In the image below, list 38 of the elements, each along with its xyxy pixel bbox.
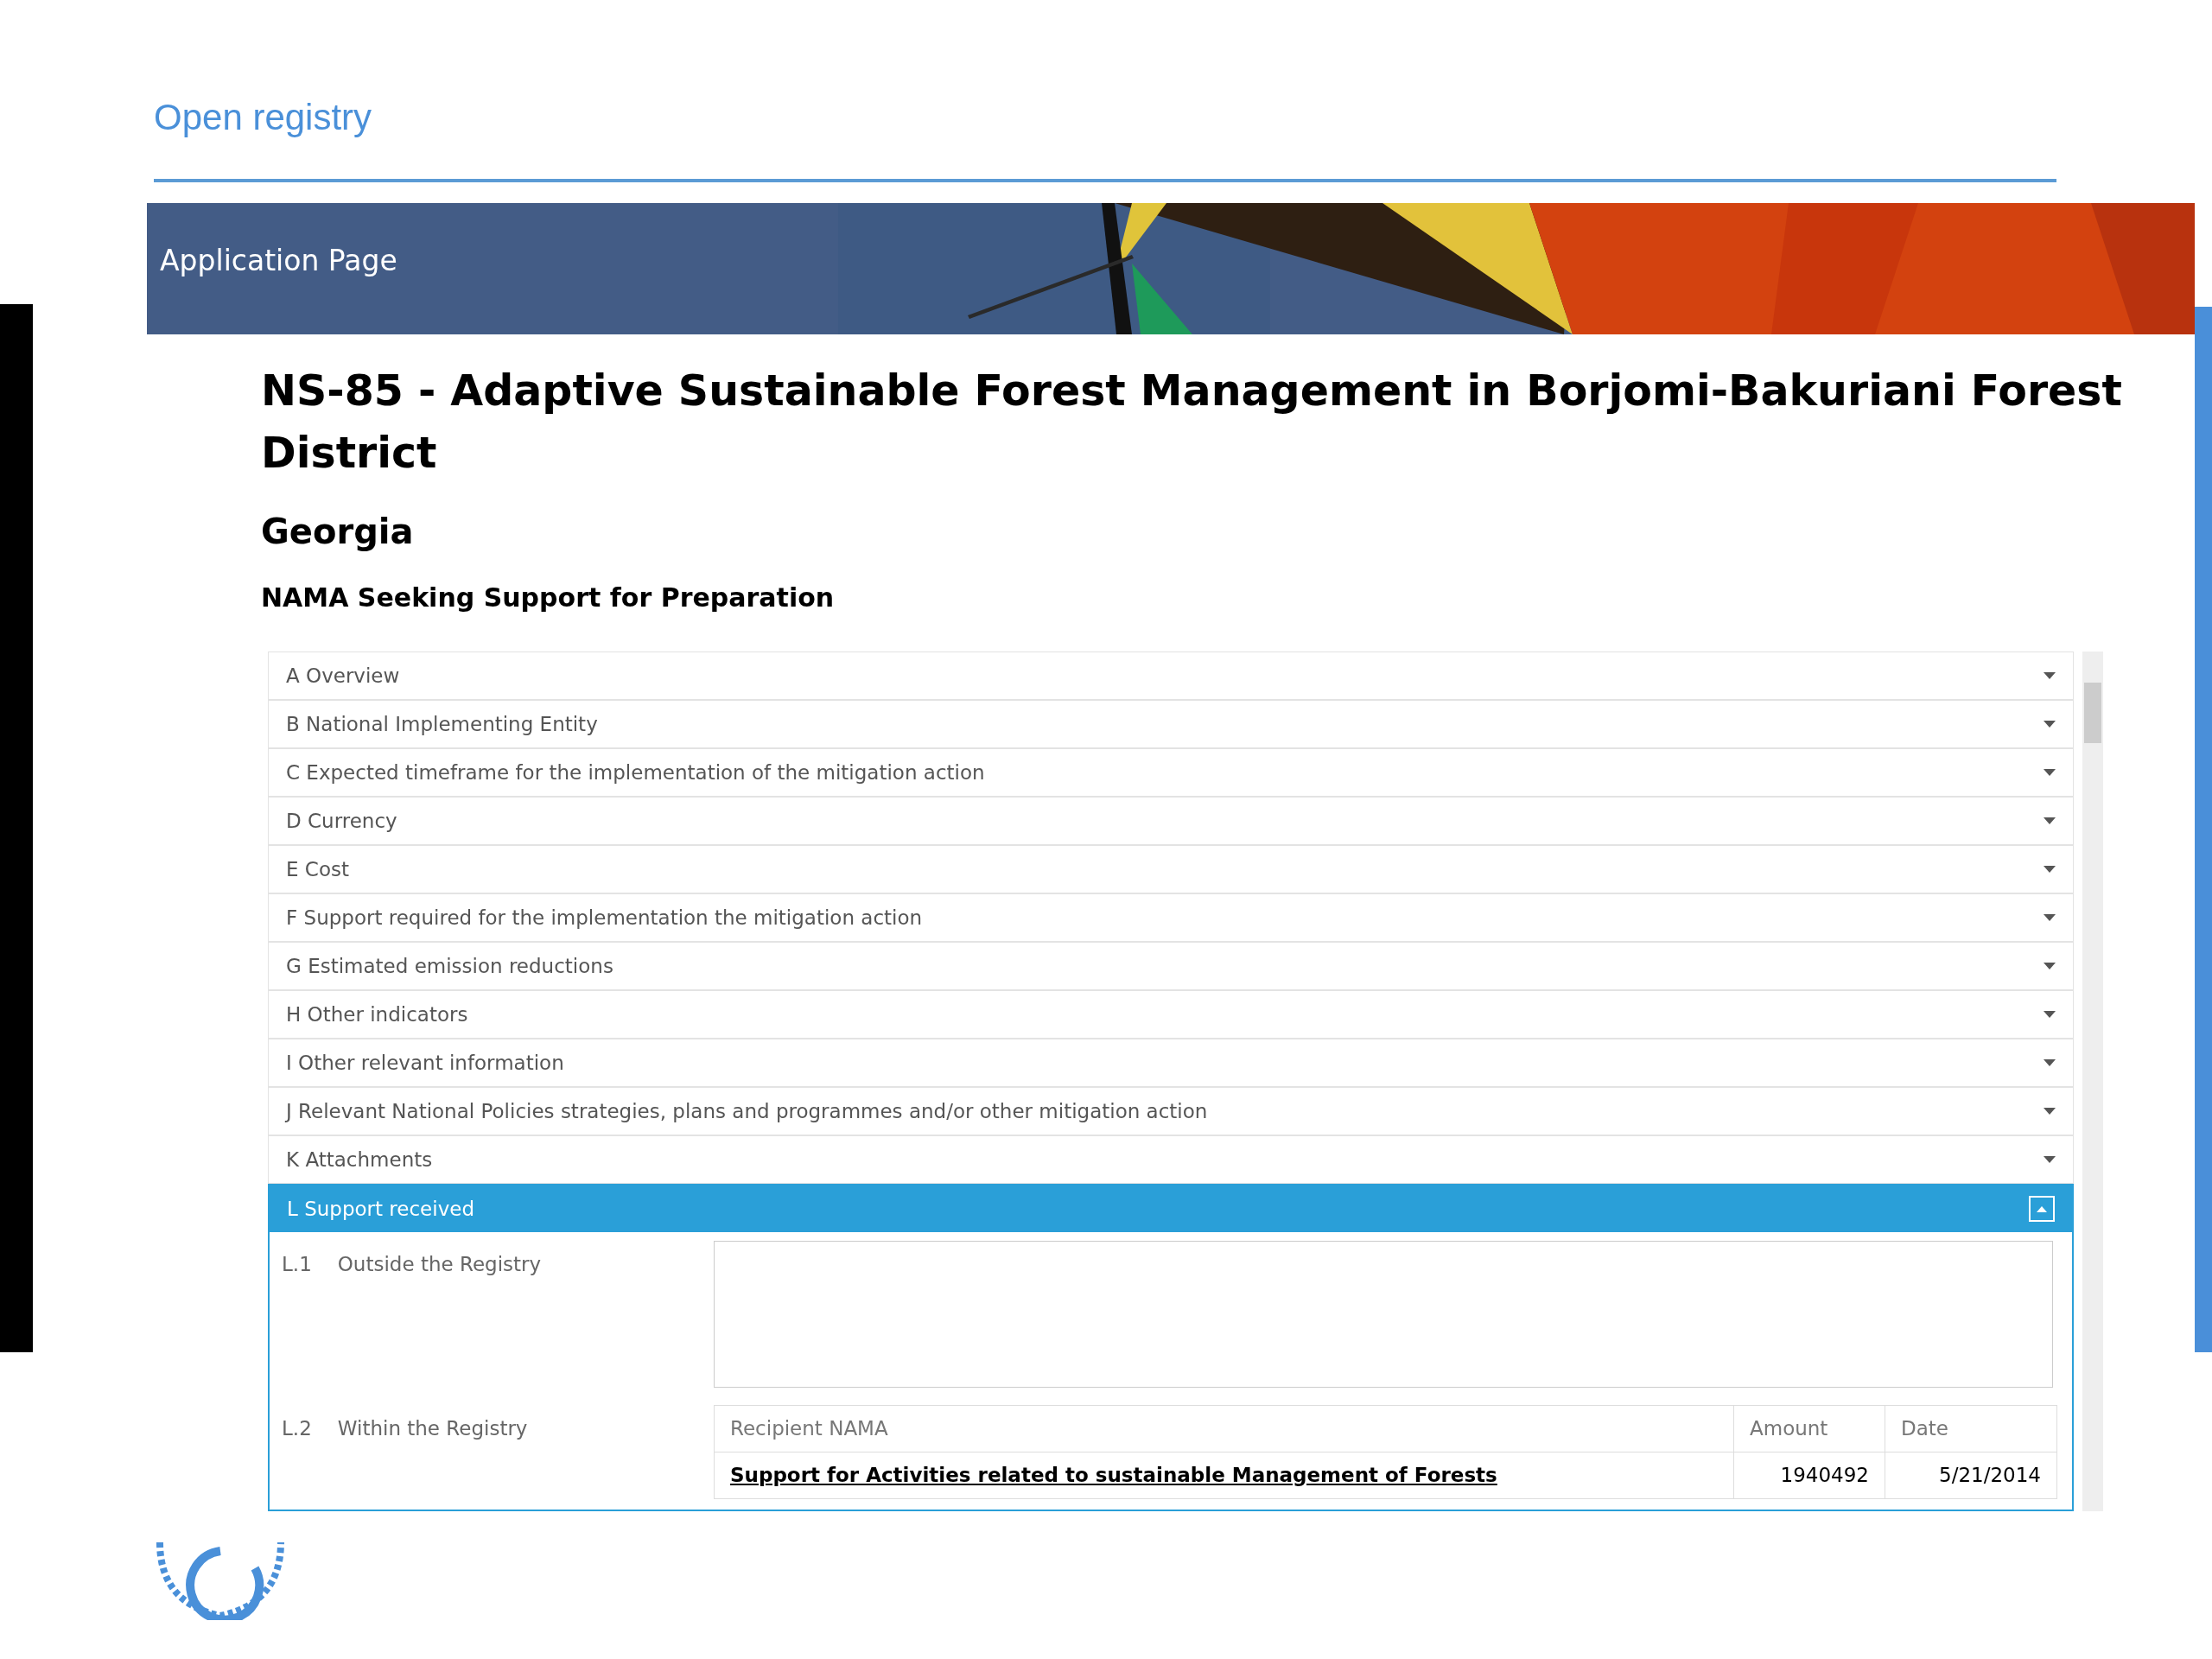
page-subtitle: NAMA Seeking Support for Preparation (261, 582, 836, 614)
caret-icon[interactable] (2044, 1059, 2056, 1066)
accordion-header[interactable]: B National Implementing Entity (268, 700, 2074, 748)
accordion-header[interactable]: D Currency (268, 797, 2074, 845)
item-number: L.1 (282, 1252, 312, 1277)
field-label: Within the Registry (337, 1416, 528, 1441)
page-title: NS-85 - Adaptive Sustainable Forest Management in Borjomi-Bakuriani Forest District (261, 365, 2123, 480)
caret-icon[interactable] (2044, 817, 2056, 824)
caret-icon[interactable] (2044, 866, 2056, 873)
caret-icon[interactable] (2044, 963, 2056, 969)
accordion-header[interactable]: E Cost (268, 845, 2074, 893)
accordion-header[interactable]: C Expected timeframe for the implementation of the mitigation action (268, 748, 2074, 797)
caret-icon[interactable] (2044, 914, 2056, 921)
collapse-icon[interactable] (2029, 1196, 2055, 1222)
column-header: Date (1885, 1405, 2057, 1452)
field-label: Outside the Registry (337, 1252, 542, 1277)
column-header: Amount (1733, 1405, 1885, 1452)
accordion-header[interactable]: F Support required for the implementation the mitigation action (268, 893, 2074, 942)
accordion-header[interactable]: G Estimated emission reductions (268, 942, 2074, 990)
scrollbar[interactable] (2082, 652, 2103, 1511)
country-heading: Georgia (261, 511, 415, 553)
caret-icon[interactable] (2044, 1011, 2056, 1018)
banner-title: Application Page (160, 243, 397, 279)
caret-icon[interactable] (2044, 1108, 2056, 1115)
caret-icon[interactable] (2044, 721, 2056, 728)
accordion-header[interactable]: I Other relevant information (268, 1039, 2074, 1087)
accordion-header[interactable]: H Other indicators (268, 990, 2074, 1039)
accordion-header[interactable]: K Attachments (268, 1135, 2074, 1184)
slide-title: Open registry (154, 96, 373, 139)
item-number: L.2 (282, 1416, 312, 1441)
table-cell: 1940492 (1733, 1452, 1885, 1499)
accordion-header[interactable]: A Overview (268, 652, 2074, 700)
table-cell: 5/21/2014 (1885, 1452, 2057, 1499)
caret-icon[interactable] (2044, 672, 2056, 679)
caret-icon[interactable] (2044, 769, 2056, 776)
caret-icon[interactable] (2044, 1156, 2056, 1163)
accordion-header[interactable]: J Relevant National Policies strategies, plans and programmes and/or other mitigation action (268, 1087, 2074, 1135)
column-header: Recipient NAMA (714, 1405, 1734, 1452)
